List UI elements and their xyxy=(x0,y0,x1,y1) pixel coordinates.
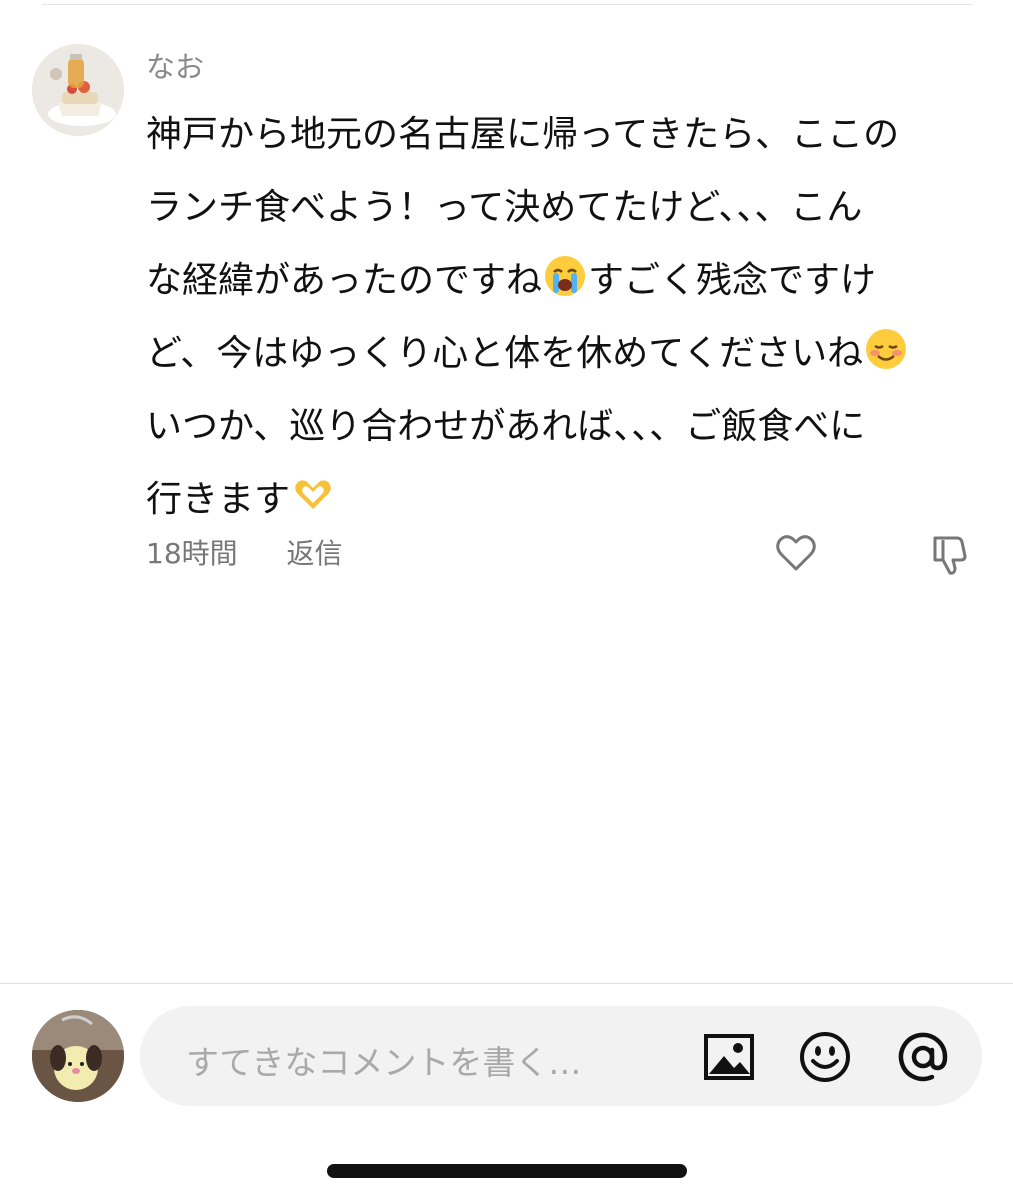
comment-line-text: ど、今はゆっくり心と体を休めてくださいね xyxy=(146,333,864,374)
commenter-avatar[interactable] xyxy=(32,44,124,136)
home-indicator[interactable] xyxy=(327,1164,687,1178)
comment-line: な経緯があったのですね すごく残念ですけ xyxy=(146,244,976,317)
avatar-photo xyxy=(32,1010,124,1102)
comment-line-text: すごく残念ですけ xyxy=(588,260,877,301)
dislike-button[interactable] xyxy=(925,530,973,578)
commenter-username[interactable]: なお xyxy=(146,44,204,86)
heart-icon xyxy=(776,535,816,571)
top-divider xyxy=(42,4,973,5)
comment-time: 18時間 xyxy=(146,537,238,570)
comment-line: ランチ食べよう！って決めてたけど、、、こん xyxy=(146,187,863,228)
comment-line: ど、今はゆっくり心と体を休めてくださいね xyxy=(146,317,976,390)
avatar-photo xyxy=(32,44,124,136)
comment-line: 行きます xyxy=(146,463,976,536)
comment-input-placeholder: すてきなコメントを書く… xyxy=(186,1043,582,1082)
current-user-avatar[interactable] xyxy=(32,1010,124,1102)
thumbs-down-icon xyxy=(933,536,967,575)
emoji-button[interactable] xyxy=(798,1030,852,1084)
reply-button[interactable]: 返信 xyxy=(287,532,343,572)
attach-image-button[interactable] xyxy=(702,1030,756,1084)
mention-button[interactable] xyxy=(896,1030,950,1084)
comment-meta: 18時間 返信 xyxy=(146,532,343,572)
comment-body: 神戸から地元の名古屋に帰ってきたら、ここの ランチ食べよう！って決めてたけど、、… xyxy=(146,98,976,536)
image-icon xyxy=(704,1034,754,1080)
comment-line: いつか、巡り合わせがあれば、、、ご飯食べに xyxy=(146,406,866,447)
smiling-face-blushing-icon xyxy=(866,329,907,369)
comment-input[interactable]: すてきなコメントを書く… xyxy=(140,1006,982,1106)
composer-divider xyxy=(0,983,1013,984)
like-button[interactable] xyxy=(773,530,819,576)
heart-hands-icon xyxy=(295,480,331,509)
crying-face-icon xyxy=(545,256,586,296)
comment-line-text: 行きます xyxy=(146,479,291,520)
comment-line: 神戸から地元の名古屋に帰ってきたら、ここの xyxy=(146,114,900,155)
mention-icon xyxy=(898,1032,948,1082)
comment-line-text: な経緯があったのですね xyxy=(146,260,543,301)
emoji-icon xyxy=(800,1032,850,1082)
